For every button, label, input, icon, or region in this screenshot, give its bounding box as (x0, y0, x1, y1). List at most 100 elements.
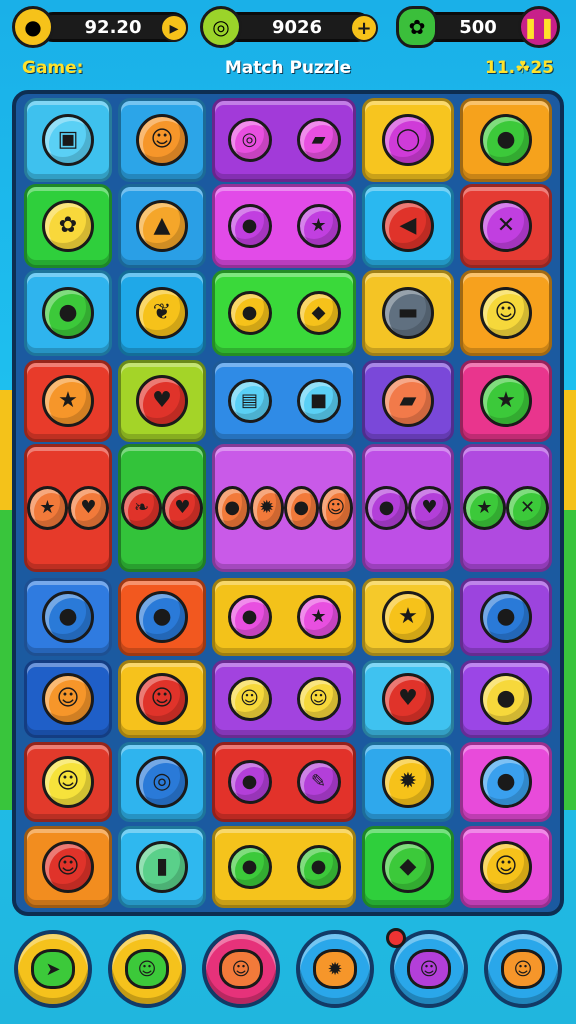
board-tile[interactable]: ● ● (212, 826, 356, 908)
board-tile[interactable]: ☺ (24, 742, 112, 822)
game-board: ▣ ☺ ◎ ▰ ◯ ● ✿ ▲ ● ★ ◀ ✕ ● ❦ ● ◆ ▬ ☺ ★ ♥ ▤ ■ ▰ ★ ★ ♥ ❧ ♥ ● ✹ ● ☺ ● ♥ ★ ✕ ● ● ● ★… (12, 90, 564, 916)
blue-swirl-icon: ◎ (136, 756, 188, 808)
red-heart-icon: ♥ (136, 375, 188, 427)
board-tile[interactable]: ★ (460, 360, 552, 442)
lemon-icon: ● (480, 673, 532, 725)
board-tile[interactable]: ▲ (118, 184, 206, 268)
powerup-button[interactable]: ☺ (484, 930, 562, 1008)
board-tile[interactable]: ● ★ (212, 578, 356, 656)
fruit-group-icon: ● (215, 486, 250, 530)
board-tile[interactable]: ☺ (460, 826, 552, 908)
heart-tag-icon: ♥ (382, 673, 434, 725)
board-tile[interactable]: ✕ (460, 184, 552, 268)
ring-and-star-icon: ● (227, 595, 272, 639)
board-tile[interactable]: ✿ (24, 184, 112, 268)
board-tile[interactable]: ♥ (118, 360, 206, 442)
board-tile[interactable]: ❧ ♥ (118, 444, 206, 572)
board-tile[interactable]: ▬ (362, 270, 454, 356)
purple-monster-icon: ☺ (407, 949, 451, 989)
star-and-heart-icon: ★ (27, 486, 68, 530)
powerup-button[interactable]: ➤ (14, 930, 92, 1008)
board-tile[interactable]: ☺ (118, 98, 206, 182)
board-tile[interactable]: ★ (362, 578, 454, 656)
board-tile[interactable]: ◎ ▰ (212, 98, 356, 182)
blue-berry-icon: ● (42, 591, 94, 643)
star-and-heart-icon: ♥ (68, 486, 109, 530)
phone-and-cube-icon: ▤ (227, 379, 272, 423)
board-tile[interactable]: ● ✎ (212, 742, 356, 822)
pretzel-icon: ❦ (136, 287, 188, 339)
board-tile[interactable]: ▮ (118, 826, 206, 908)
green-apple-icon: ● (42, 287, 94, 339)
star-pair-icon: ★ (463, 486, 506, 530)
board-tile[interactable]: ★ ✕ (460, 444, 552, 572)
green-star-face-icon: ★ (480, 375, 532, 427)
board-tile[interactable]: ▣ (24, 98, 112, 182)
board-tile[interactable]: ★ ♥ (24, 444, 112, 572)
purple-ring-icon: ◯ (382, 114, 434, 166)
board-tile[interactable]: ● ♥ (362, 444, 454, 572)
lemon-and-leaf-icon: ◆ (296, 291, 341, 335)
star-pair-icon: ✕ (506, 486, 549, 530)
board-tile[interactable]: ◯ (362, 98, 454, 182)
board-tile[interactable]: ● (460, 98, 552, 182)
board-tile[interactable]: ▰ (362, 360, 454, 442)
ring-and-star-icon: ★ (296, 595, 341, 639)
board-tile[interactable]: ☺ (24, 660, 112, 738)
powerup-button[interactable]: ☺ (202, 930, 280, 1008)
board-tile[interactable]: ▤ ■ (212, 360, 356, 442)
board-tile[interactable]: ● (460, 660, 552, 738)
orange-smiley-icon: ☺ (136, 114, 188, 166)
apple-and-star-icon: ★ (296, 204, 341, 248)
lemon-and-leaf-icon: ● (227, 291, 272, 335)
board-tile[interactable]: ❦ (118, 270, 206, 356)
powerup-button[interactable]: ✹ (296, 930, 374, 1008)
board-tile[interactable]: ☺ ☺ (212, 660, 356, 738)
board-tile[interactable]: ● ✹ ● ☺ (212, 444, 356, 572)
board-tile[interactable]: ☺ (118, 660, 206, 738)
pause-button[interactable]: ❚❚ (518, 6, 560, 48)
board-tile[interactable]: ✹ (362, 742, 454, 822)
green-apple-icon: ● (480, 114, 532, 166)
board-tile[interactable]: ● ★ (212, 184, 356, 268)
board-tile[interactable]: ● (460, 742, 552, 822)
board-tile[interactable]: ● (24, 270, 112, 356)
fruit-group-icon: ✹ (249, 486, 284, 530)
notification-pin (386, 928, 406, 948)
cone-icon: ▲ (136, 200, 188, 252)
wallet-icon: ▰ (382, 375, 434, 427)
sub-hud: Game: Match Puzzle 11.☘25 (22, 58, 554, 84)
orange-face-icon: ☺ (42, 673, 94, 725)
fruit-group-icon: ☺ (318, 486, 353, 530)
board-tile[interactable]: ● (460, 578, 552, 656)
board-tile[interactable]: ☺ (460, 270, 552, 356)
cookie-coin-icon: ● (12, 6, 54, 48)
board-tile[interactable]: ◀ (362, 184, 454, 268)
square-robot-icon: ▣ (42, 114, 94, 166)
board-tile[interactable]: ◎ (118, 742, 206, 822)
energy-value: 500 (459, 16, 497, 38)
eraser-icon: ▬ (382, 287, 434, 339)
board-tile[interactable]: ● (118, 578, 206, 656)
cherry-heart-icon: ♥ (408, 486, 451, 530)
board-tile[interactable]: ☺ (24, 826, 112, 908)
board-tile[interactable]: ● (24, 578, 112, 656)
red-face-icon: ☺ (136, 673, 188, 725)
pause-icon: ❚❚ (522, 15, 556, 39)
powerup-button[interactable]: ☺ (108, 930, 186, 1008)
plum-and-key-icon: ● (227, 760, 272, 804)
gems-add-button[interactable]: + (350, 14, 378, 42)
leaf-and-heart-icon: ♥ (162, 486, 203, 530)
bottom-powerup-bar: ➤ ☺ ☺ ✹ ☺ ☺ (0, 924, 576, 1014)
board-tile[interactable]: ● ◆ (212, 270, 356, 356)
coins-add-button[interactable]: ▸ (160, 14, 188, 42)
page-title: Match Puzzle (224, 58, 352, 78)
board-tile[interactable]: ★ (24, 360, 112, 442)
cat-faces-icon: ☺ (296, 677, 341, 721)
phone-and-cube-icon: ■ (296, 379, 341, 423)
crossed-tools-icon: ✕ (480, 200, 532, 252)
board-tile[interactable]: ◆ (362, 826, 454, 908)
right-edge-stripe (564, 390, 576, 510)
board-tile[interactable]: ♥ (362, 660, 454, 738)
orange-cat-icon: ☺ (501, 949, 545, 989)
